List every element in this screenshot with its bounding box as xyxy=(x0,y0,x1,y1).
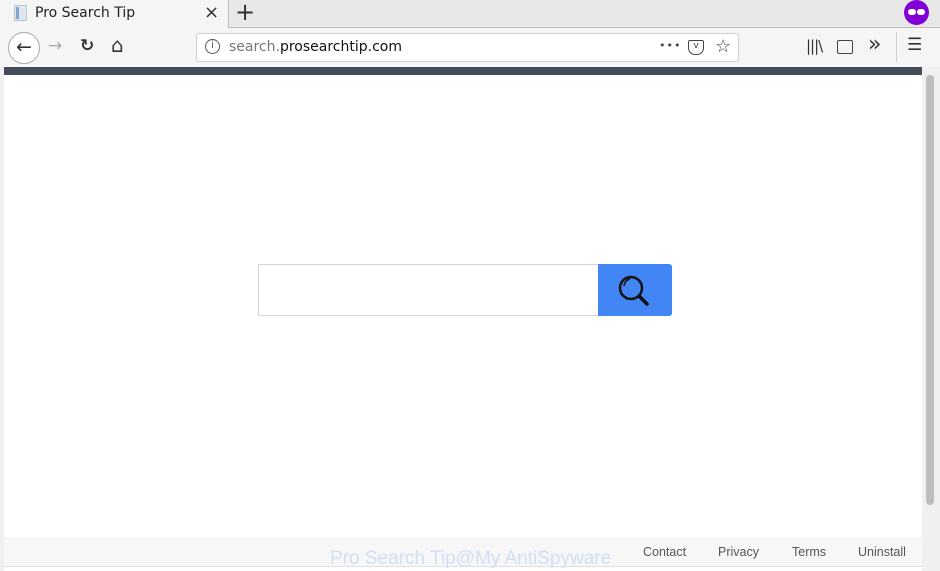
page-actions-icon[interactable]: ••• xyxy=(659,39,681,52)
scrollbar[interactable] xyxy=(922,67,940,571)
home-button[interactable]: ⌂ xyxy=(111,33,124,57)
scrollbar-thumb[interactable] xyxy=(926,75,934,505)
back-button[interactable]: ← xyxy=(8,32,40,64)
url-text[interactable]: search.prosearchtip.com xyxy=(229,39,402,55)
url-bar[interactable]: i search.prosearchtip.com ••• v ☆ xyxy=(196,33,739,62)
search-icon xyxy=(618,275,649,306)
footer-link-privacy[interactable]: Privacy xyxy=(718,545,759,559)
tab-bar: Pro Search Tip × + xyxy=(0,0,940,28)
page-favicon-icon xyxy=(14,5,27,21)
hamburger-menu-icon[interactable]: ☰ xyxy=(907,35,922,55)
overflow-menu-icon[interactable]: » xyxy=(868,32,881,57)
footer-link-uninstall[interactable]: Uninstall xyxy=(858,545,906,559)
bookmark-star-icon[interactable]: ☆ xyxy=(715,36,731,57)
sidebar-icon[interactable] xyxy=(837,40,853,54)
info-icon[interactable]: i xyxy=(205,39,220,54)
close-tab-icon[interactable]: × xyxy=(204,2,219,23)
search-button[interactable] xyxy=(598,264,672,316)
watermark: Pro Search Tip@My AntiSpyware xyxy=(330,548,612,569)
search-input[interactable] xyxy=(258,264,599,316)
footer-link-contact[interactable]: Contact xyxy=(643,545,686,559)
footer-link-terms[interactable]: Terms xyxy=(792,545,826,559)
private-browsing-icon xyxy=(904,0,929,25)
header-strip xyxy=(4,67,922,75)
tab-title: Pro Search Tip xyxy=(35,5,136,21)
nav-bar: ← → ↻ ⌂ i search.prosearchtip.com ••• v … xyxy=(0,28,940,67)
reload-button[interactable]: ↻ xyxy=(80,36,94,56)
window-edge xyxy=(0,67,4,571)
new-tab-button[interactable]: + xyxy=(235,0,255,26)
toolbar-divider xyxy=(896,32,897,62)
forward-button[interactable]: → xyxy=(48,36,62,56)
pocket-icon[interactable]: v xyxy=(688,40,704,55)
tab-active[interactable]: Pro Search Tip × xyxy=(0,0,229,28)
library-icon[interactable]: |||\ xyxy=(806,37,823,55)
